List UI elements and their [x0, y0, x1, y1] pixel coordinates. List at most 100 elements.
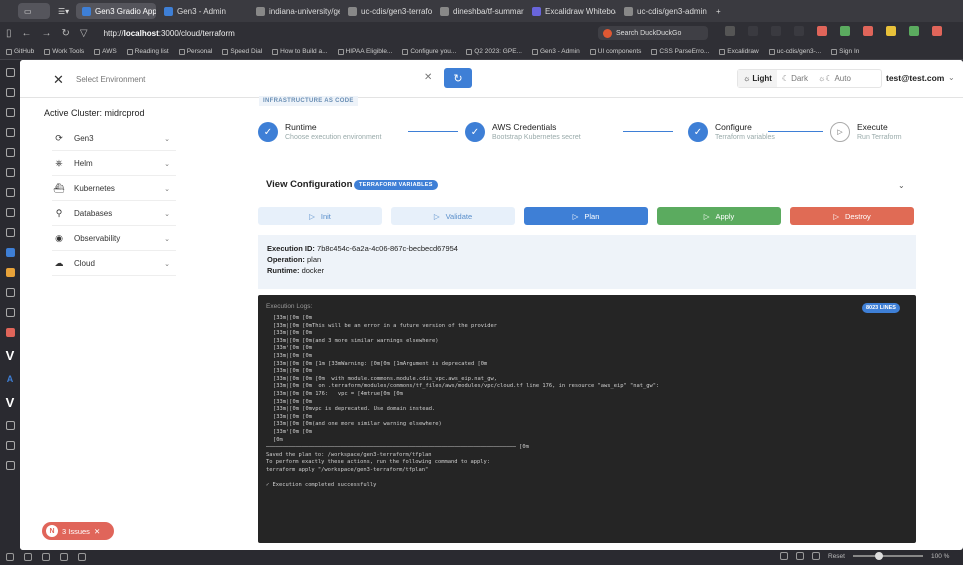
- zoom-slider[interactable]: [852, 552, 923, 560]
- zoom-reset-button[interactable]: Reset: [828, 553, 845, 560]
- add-panel-icon[interactable]: [5, 461, 15, 470]
- panel-icon[interactable]: [5, 168, 15, 177]
- sidebar-item-observability[interactable]: ◉ Observability ⌄: [52, 227, 176, 251]
- panel-icon[interactable]: [60, 553, 68, 561]
- address-field[interactable]: http://localhost:3000/cloud/terraform: [104, 29, 235, 38]
- sidebar-item-helm[interactable]: ⎈ Helm ⌄: [52, 152, 176, 176]
- images-icon[interactable]: [796, 552, 804, 560]
- sidebar-item-kubernetes[interactable]: ⛴ Kubernetes ⌄: [52, 177, 176, 201]
- panel-icon[interactable]: [5, 188, 15, 197]
- app-icon[interactable]: [5, 248, 15, 257]
- sidebar-item-gen3[interactable]: ⟳ Gen3 ⌄: [52, 127, 176, 151]
- close-icon[interactable]: ✕: [94, 527, 100, 536]
- bookmark-item[interactable]: Configure you...: [402, 48, 456, 55]
- browser-tab[interactable]: indiana-university/gen3-k: [250, 3, 340, 19]
- panel-icon[interactable]: [78, 553, 86, 561]
- bookmark-item[interactable]: Reading list: [126, 48, 169, 55]
- view-configuration-heading[interactable]: View Configuration: [266, 179, 352, 190]
- browser-tab[interactable]: uc-cdis/gen3-admin at fe: [618, 3, 708, 19]
- validate-button[interactable]: ▷ Validate: [391, 207, 515, 225]
- browser-tab[interactable]: Gen3 - Admin: [158, 3, 248, 19]
- chevron-down-icon[interactable]: ⌄: [898, 181, 905, 190]
- step-configure[interactable]: ✓ Configure Terraform variables: [688, 122, 775, 142]
- theme-auto-option[interactable]: ☼☾ Auto: [813, 74, 856, 83]
- bookmark-item[interactable]: Sign In: [831, 48, 859, 55]
- step-aws-credentials[interactable]: ✓ AWS Credentials Bootstrap Kubernetes sec…: [465, 122, 581, 142]
- destroy-button[interactable]: ▷ Destroy: [790, 207, 914, 225]
- panel-icon[interactable]: [5, 128, 15, 137]
- bookmark-item[interactable]: AWS: [94, 48, 117, 55]
- apply-button[interactable]: ▷ Apply: [657, 207, 781, 225]
- extension-icon[interactable]: [794, 26, 804, 36]
- bookmark-item[interactable]: Work Tools: [44, 48, 84, 55]
- bookmark-item[interactable]: Gen3 - Admin: [531, 48, 580, 55]
- panel-icon[interactable]: [5, 208, 15, 217]
- theme-dark-option[interactable]: ☾ Dark: [777, 74, 813, 83]
- shield-icon[interactable]: ▽: [80, 28, 88, 39]
- refresh-button[interactable]: ↻: [444, 68, 472, 88]
- x-icon[interactable]: [5, 308, 15, 317]
- bookmark-item[interactable]: Personal: [178, 48, 212, 55]
- extension-icon[interactable]: [932, 26, 942, 36]
- step-runtime[interactable]: ✓ Runtime Choose execution environment: [258, 122, 382, 142]
- step-execute[interactable]: ▷ Execute Run Terraform: [830, 122, 902, 142]
- extension-icon[interactable]: [817, 26, 827, 36]
- download-icon[interactable]: [5, 108, 15, 117]
- sidebar-toggle-button[interactable]: ▭: [18, 3, 50, 19]
- bookmark-item[interactable]: Excalidraw: [719, 48, 759, 55]
- tiling-icon[interactable]: [24, 553, 32, 561]
- browser-tab[interactable]: Gen3 Gradio App: [76, 3, 156, 19]
- panel-icon[interactable]: [6, 553, 14, 561]
- cloud-icon[interactable]: [42, 553, 50, 561]
- panel-icon[interactable]: [5, 421, 15, 430]
- panel-icon[interactable]: [5, 68, 15, 77]
- extension-icon[interactable]: [863, 26, 873, 36]
- panel-icon[interactable]: [5, 88, 15, 97]
- init-button[interactable]: ▷ Init: [258, 207, 382, 225]
- zoom-slider-knob[interactable]: [874, 552, 883, 560]
- issues-button[interactable]: N 3 Issues ✕: [42, 522, 114, 540]
- bookmark-item[interactable]: CSS ParseErro...: [651, 48, 709, 55]
- user-menu[interactable]: test@test.com: [886, 73, 944, 83]
- browser-tab[interactable]: uc-cdis/gen3-terraform a: [342, 3, 432, 19]
- sidebar-panel-icon[interactable]: ▯: [6, 28, 12, 39]
- search-field[interactable]: Search DuckDuckGo: [598, 26, 708, 40]
- vivaldi-icon[interactable]: V: [6, 395, 15, 410]
- bookmark-item[interactable]: Q2 2023: GPE...: [466, 48, 522, 55]
- panel-icon[interactable]: [5, 228, 15, 237]
- bookmark-item[interactable]: GitHub: [6, 48, 34, 55]
- back-icon[interactable]: ←: [22, 28, 32, 39]
- vivaldi-icon[interactable]: V: [6, 348, 15, 363]
- close-icon[interactable]: ✕: [53, 72, 64, 88]
- bookmark-item[interactable]: How to Build a...: [272, 48, 328, 55]
- bookmark-item[interactable]: Speed Dial: [222, 48, 262, 55]
- extension-icon[interactable]: [840, 26, 850, 36]
- bookmark-item[interactable]: HIPAA Eligible...: [337, 48, 392, 55]
- panel-icon[interactable]: [5, 148, 15, 157]
- reload-icon[interactable]: ↻: [62, 28, 70, 39]
- bookmark-item[interactable]: uc-cdis/gen3-...: [768, 48, 821, 55]
- execution-log-panel[interactable]: Execution Logs: 8023 LINES [33m│[0m [0m[…: [258, 295, 916, 543]
- page-actions-icon[interactable]: [780, 552, 788, 560]
- browser-tab[interactable]: Excalidraw Whiteboard: [526, 3, 616, 19]
- extension-icon[interactable]: [886, 26, 896, 36]
- clear-icon[interactable]: ✕: [424, 72, 432, 83]
- theme-light-option[interactable]: ☼ Light: [738, 70, 777, 87]
- panel-icon[interactable]: [5, 441, 15, 450]
- extension-icon[interactable]: [725, 26, 735, 36]
- environment-select-input[interactable]: [70, 70, 440, 88]
- app-icon[interactable]: [5, 268, 15, 277]
- app-icon[interactable]: A: [7, 374, 14, 384]
- sidebar-item-cloud[interactable]: ☁ Cloud ⌄: [52, 252, 176, 276]
- app-icon[interactable]: [5, 328, 15, 337]
- panel-icon[interactable]: [5, 288, 15, 297]
- forward-icon[interactable]: →: [42, 28, 52, 39]
- new-tab-button[interactable]: +: [710, 3, 727, 19]
- page-icon[interactable]: [812, 552, 820, 560]
- chevron-down-icon[interactable]: ⌄: [948, 73, 955, 82]
- extension-icon[interactable]: [771, 26, 781, 36]
- extension-icon[interactable]: [748, 26, 758, 36]
- sidebar-item-databases[interactable]: ⚲ Databases ⌄: [52, 202, 176, 226]
- browser-tab[interactable]: dineshba/tf-summarize: A: [434, 3, 524, 19]
- plan-button[interactable]: ▷ Plan: [524, 207, 648, 225]
